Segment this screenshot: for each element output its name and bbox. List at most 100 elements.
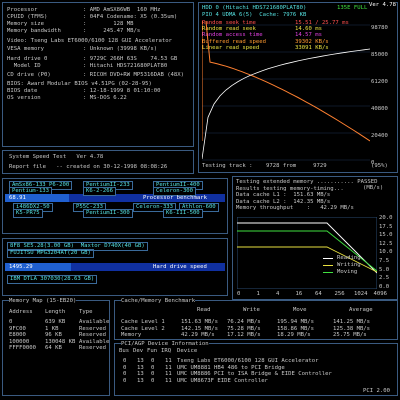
legend-swatch [323, 272, 333, 273]
disk-title: Hard drive speed [153, 264, 207, 270]
cpu-chip: PentiumII-300 [83, 209, 133, 218]
memtest-line: Data cache L2 : 142.35 MB/s [236, 198, 331, 205]
pci-cell: 0 [151, 364, 155, 371]
cache-header: Move [293, 307, 307, 313]
memory-map-cell: 100000 [9, 338, 30, 345]
cache-cell: 25.75 MB/s [333, 332, 367, 339]
pci-cell: 0 [151, 371, 155, 378]
sysinfo-value: : 04F4 Codename: X5 (0.35um) [83, 14, 178, 21]
sysinfo-key: BIOS date [7, 88, 38, 94]
memory-x-label: 64 [315, 291, 322, 297]
memtest-line: Results testing memory-timing... [236, 185, 344, 192]
pci-cell: 0 [123, 371, 127, 378]
memory-y-label: 15.0 [379, 232, 393, 239]
speed-test-panel: System Speed Test Ver 4.78 Report file -… [2, 150, 194, 174]
memory-y-label: 12.5 [379, 240, 393, 247]
pci-cell: 0 [151, 377, 155, 384]
memory-map-panel: Memory Map (15-EB20) Address Length Type 0 6… [2, 298, 110, 396]
system-info-panel: Processor : AMD AmSX86WB 160 MHz CPUID (TF… [2, 2, 194, 147]
cache-cell: 142.15 MB/s [181, 325, 219, 332]
memory-test-panel: Testing extended memory ........... PASS… [232, 176, 398, 300]
sysinfo-value: : AMD AmSX86WB 160 MHz [83, 7, 161, 13]
legend-label: Writing [337, 262, 361, 268]
pci-cell: Tseng Labs ET6000/6100 128 GUI Accelerat… [177, 358, 319, 364]
memory-y-label: 0.0 [379, 283, 390, 290]
cache-cell: 195.94 MB/s [277, 319, 315, 325]
memory-x-label: 256 [334, 291, 345, 297]
memtest-line: Testing extended memory ........... PASS… [236, 179, 378, 185]
memory-map-cell: 9FC00 [9, 325, 26, 332]
cache-cell: 18.29 MB/s [277, 332, 311, 339]
pci-cell: 13 [137, 371, 144, 378]
cpu-chip: K5-PR75 [13, 209, 43, 218]
cache-cell: 17.12 MB/s [227, 332, 261, 339]
cache-cell: Cache Level 2 [121, 325, 165, 332]
memtest-line: Data cache L1 : 151.63 MB/s [236, 192, 331, 199]
legend-label: Reading [337, 255, 361, 261]
memory-map-cell: Available [79, 338, 110, 345]
cpu-score: 68.91 [9, 195, 26, 201]
sysinfo-key: Video: Tseng Labs ET6000/6100 128 GUI Ac… [7, 38, 173, 45]
version-bottom: PCI 2.00 [363, 388, 390, 395]
pci-cell: 11 [165, 358, 172, 364]
hdd-y-label: 40800 [371, 106, 388, 112]
sysinfo-value: : 12-18-1999 8 01:10:00 [83, 88, 161, 94]
memory-map-cell: Available [79, 319, 110, 325]
legend-label: Moving [337, 269, 358, 275]
sysinfo-value: : RICOH DVD+RW MP5316DAB (48X) [83, 71, 185, 78]
memory-y-label: 17.5 [379, 223, 393, 230]
cpu-chip: K6-III-500 [163, 209, 203, 218]
sysinfo-value: : 9729C 266H 63S 74.53 GB [83, 55, 178, 62]
sysinfo-key: CD drive (P0) [7, 71, 51, 78]
pci-cell: UMC UM8886 PCI to ISA Bridge & EIDE Cont… [177, 371, 332, 378]
pci-header: Dev [133, 348, 144, 354]
sysinfo-key: Model ID [7, 62, 41, 69]
pci-cell: 11 [165, 364, 172, 371]
legend-swatch [323, 265, 333, 266]
cache-cell: 42.29 MB/s [181, 332, 215, 339]
memory-map-cell: 0 [9, 319, 13, 325]
sysinfo-key: Hard drive 0 [7, 55, 48, 62]
disk-benchmark-panel: 8F8 SE5.28(3.00 GB) Maxtor D740X(40 GB) F… [2, 238, 228, 296]
memory-map-header: Type [79, 309, 93, 315]
hdd-pio: PIO 4 UDMA 6(5) Cache: 7976 KB [202, 12, 307, 18]
hdd-y-label: 85000 [371, 52, 388, 58]
memory-map-cell: 130048 KB [45, 338, 76, 345]
pci-cell: 13 [137, 358, 144, 364]
cache-header: Write [243, 307, 260, 313]
memory-map-cell: Reserved [79, 325, 106, 332]
pci-cell: UMC UM8881 HB4 486 to PCI Bridge [177, 364, 285, 371]
pci-title: PCI/AGP Device Information [121, 341, 209, 348]
sysinfo-key: Processor [7, 7, 38, 13]
memory-y-label: 20.0 [379, 215, 393, 221]
sysinfo-value: : 245.47 MB/s [83, 28, 141, 35]
cache-cell: 75.28 MB/s [227, 325, 261, 332]
disk-score: 1495.29 [9, 264, 33, 270]
memory-map-title: Memory Map (15-EB20) [9, 298, 77, 305]
memory-map-cell: Reserved [79, 345, 106, 352]
hdd-seek-curve [202, 48, 370, 160]
cache-cell: Cache Level 1 [121, 319, 165, 325]
memory-map-header: Address [9, 309, 33, 315]
memory-map-header: Length [45, 309, 66, 315]
memory-x-label: 1 [256, 291, 260, 297]
memory-map-cell: Reserved [79, 332, 106, 339]
memory-map-cell: 1 KB [45, 325, 59, 332]
sysinfo-value: : 128 MB [83, 21, 134, 28]
hdd-y-label: 20400 [371, 133, 388, 139]
cpu-benchmark-panel: AmSx86-133 P6-200 PentiumII-233 PentiumII-… [2, 178, 228, 234]
sysinfo-key: Memory size [7, 21, 45, 28]
hdd-header: HDD 0 (Hitachi HDS721680PLAT80) [202, 5, 307, 11]
sysinfo-key: OS version [7, 95, 41, 102]
sysinfo-key: CPUID (TFMS) [7, 14, 48, 21]
pci-cell: 0 [123, 377, 127, 384]
cpu-title: Processor benchmark [143, 195, 207, 201]
memory-y-label: 5.0 [379, 266, 390, 273]
cache-cell: 151.63 MB/s [181, 319, 219, 325]
memory-map-cell: 639 KB [45, 319, 66, 325]
disk-chip: FUJITSU MPG3204AT(20 GB) [7, 249, 94, 258]
hdd-y-label: 98780 [371, 25, 388, 31]
report-line: Report file -- created on 30-12-1998 08:… [9, 164, 168, 170]
hdd-graph [202, 21, 370, 161]
sysinfo-value: : Hitachi HDS721680PLAT80 [83, 62, 168, 69]
